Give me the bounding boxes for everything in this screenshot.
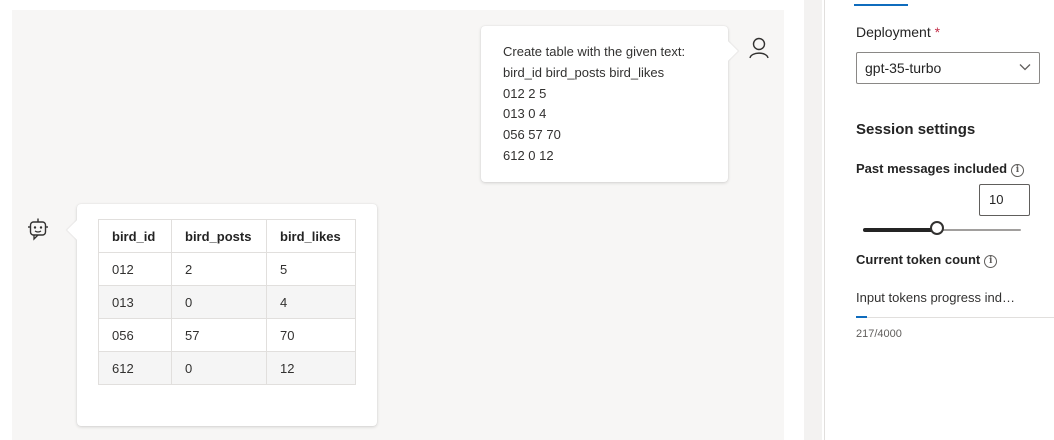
table-cell: 4 xyxy=(266,285,356,319)
bot-icon xyxy=(28,218,48,241)
table-row: 056 57 70 xyxy=(98,318,356,352)
token-count-label: Current token count i xyxy=(856,252,998,268)
table-cell: 2 xyxy=(171,252,267,286)
user-message-line: 056 57 70 xyxy=(503,127,561,143)
token-count-label-text: Current token count xyxy=(856,252,981,267)
panel-divider xyxy=(804,0,822,440)
slider-fill xyxy=(863,228,938,232)
user-message-line: bird_id bird_posts bird_likes xyxy=(503,64,665,80)
info-icon[interactable]: i xyxy=(1011,164,1025,177)
table-cell: 0 xyxy=(171,351,267,385)
table-cell: 12 xyxy=(266,351,356,385)
table-row: 013 0 4 xyxy=(98,285,356,319)
table-row: 012 2 5 xyxy=(98,252,356,286)
user-message-line: 013 0 4 xyxy=(503,106,547,122)
required-mark: * xyxy=(934,24,941,40)
table-header-row: bird_id bird_posts bird_likes xyxy=(98,219,356,253)
table-cell: 0 xyxy=(171,285,267,319)
table-cell: 012 xyxy=(98,252,172,286)
deployment-dropdown[interactable]: gpt-35-turbo xyxy=(856,52,1040,84)
active-tab-indicator xyxy=(854,4,908,6)
slider-thumb[interactable] xyxy=(930,221,945,235)
token-progress-count: 217/4000 xyxy=(856,328,902,340)
past-messages-input[interactable]: 10 xyxy=(979,184,1030,216)
deployment-selected-value: gpt-35-turbo xyxy=(865,60,942,76)
table-cell: 70 xyxy=(266,318,356,352)
table-header: bird_posts xyxy=(171,219,267,253)
chevron-down-icon xyxy=(1019,64,1031,71)
table-cell: 013 xyxy=(98,285,172,319)
table-header: bird_likes xyxy=(266,219,356,253)
token-progress-fill xyxy=(856,316,867,318)
token-progress-text: Input tokens progress indicator xyxy=(856,290,1016,305)
deployment-label: Deployment * xyxy=(856,24,940,40)
table-cell: 612 xyxy=(98,351,172,385)
assistant-message-bubble: bird_id bird_posts bird_likes 012 2 5 01… xyxy=(77,204,377,426)
deployment-label-text: Deployment xyxy=(856,24,931,40)
past-messages-label: Past messages included i xyxy=(856,161,1025,177)
table-cell: 5 xyxy=(266,252,356,286)
token-progress-bar xyxy=(856,316,1054,318)
info-icon[interactable]: i xyxy=(984,255,998,268)
user-message-line: 612 0 12 xyxy=(503,147,554,163)
person-icon xyxy=(749,37,769,59)
user-message-line: Create table with the given text: xyxy=(503,44,686,59)
past-messages-label-text: Past messages included xyxy=(856,161,1008,176)
table-cell: 056 xyxy=(98,318,172,352)
session-settings-title: Session settings xyxy=(856,121,976,138)
table-cell: 57 xyxy=(171,318,267,352)
result-table: bird_id bird_posts bird_likes 012 2 5 01… xyxy=(98,219,356,385)
user-message-bubble: Create table with the given text: bird_i… xyxy=(481,26,728,182)
user-message-line: 012 2 5 xyxy=(503,85,547,101)
configuration-panel: Deployment * gpt-35-turbo Session settin… xyxy=(824,0,1054,440)
table-header: bird_id xyxy=(98,219,172,253)
table-row: 612 0 12 xyxy=(98,351,356,385)
